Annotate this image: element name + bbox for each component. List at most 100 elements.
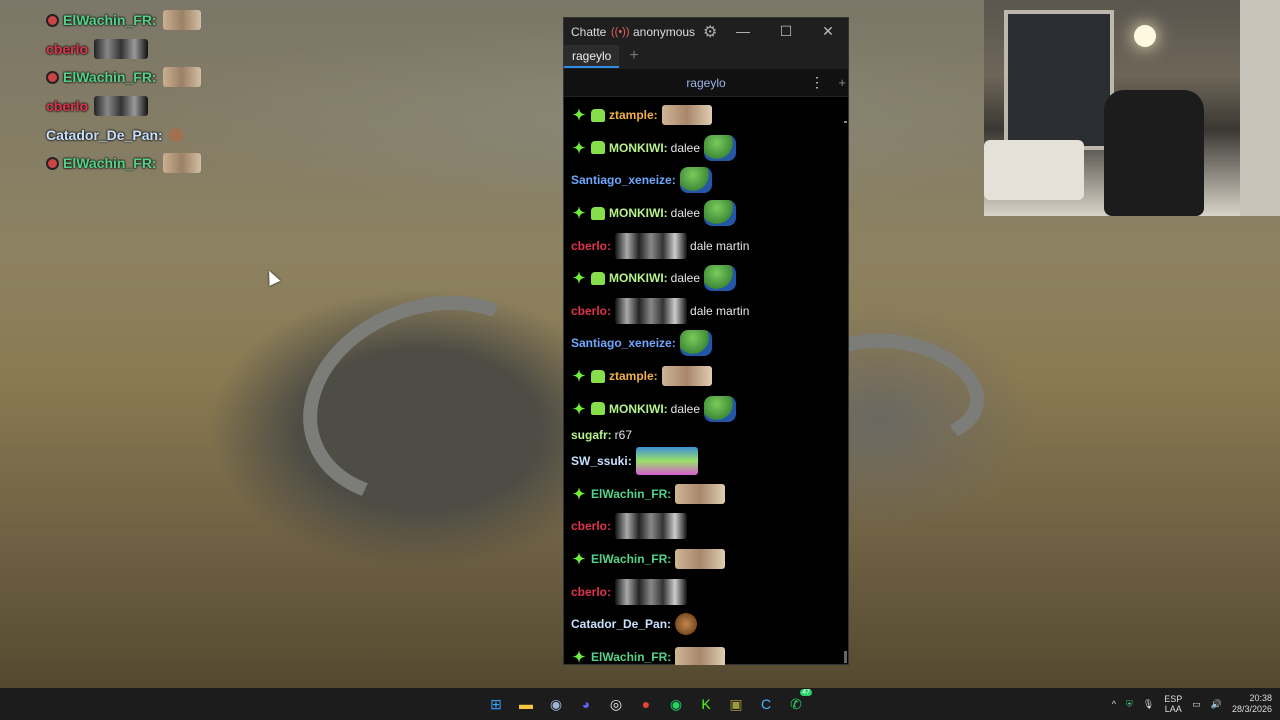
live-indicator-icon[interactable]: ((•)) (611, 26, 630, 38)
chat-username[interactable]: Santiago_xeneize: (571, 336, 676, 350)
minimize-button[interactable]: — (728, 18, 758, 45)
clock[interactable]: 20:38 28/3/2026 (1232, 693, 1272, 715)
whatsapp-icon[interactable]: ✆ 47 (784, 689, 812, 716)
language-indicator[interactable]: ESP LAA (1164, 694, 1182, 714)
chat-message[interactable]: ✦ ztample: (564, 360, 848, 393)
sub-badge-icon[interactable]: ✦ (571, 367, 587, 385)
emote-image[interactable] (675, 613, 698, 636)
chat-message[interactable]: ✦ ElWachin_FR: (564, 543, 848, 576)
chat-message[interactable]: Santiago_xeneize: (564, 164, 848, 197)
emote-image[interactable] (661, 105, 712, 126)
split-header[interactable]: rageylo ⋮ + (564, 69, 848, 97)
steam-icon[interactable]: ◉ (544, 692, 568, 716)
emote-image[interactable] (615, 578, 688, 605)
sub-badge-icon[interactable]: ✦ (571, 204, 587, 222)
chat-username[interactable]: cberlo: (571, 239, 611, 253)
emote-image[interactable] (704, 395, 737, 422)
tray-chevron-icon[interactable]: ^ (1112, 699, 1116, 709)
chat-username[interactable]: ElWachin_FR: (591, 650, 671, 664)
chat-username[interactable]: cberlo: (571, 519, 611, 533)
robot-badge-icon[interactable] (591, 402, 605, 416)
chat-username[interactable]: ElWachin_FR: (591, 487, 671, 501)
chat-username[interactable]: SW_ssuki: (571, 454, 632, 468)
account-name[interactable]: anonymous (633, 25, 695, 39)
emote-image[interactable] (679, 167, 712, 194)
robot-badge-icon[interactable] (591, 369, 605, 383)
chat-username[interactable]: ztample: (609, 369, 658, 383)
chat-username[interactable]: Santiago_xeneize: (571, 173, 676, 187)
chat-message[interactable]: cberlo: dale martin (564, 295, 848, 328)
chat-username[interactable]: Catador_De_Pan: (571, 617, 671, 631)
emote-image[interactable] (704, 134, 737, 161)
scrollbar[interactable] (844, 99, 847, 665)
settings-gear-icon[interactable]: ⚙ (703, 22, 717, 42)
chat-message[interactable]: Catador_De_Pan: (564, 608, 848, 641)
title-bar[interactable]: Chatterino ((•)) anonymous ⚙ — ☐ ✕ (564, 18, 848, 45)
channel-name[interactable]: rageylo (686, 76, 725, 90)
chat-message[interactable]: ✦ ElWachin_FR: (564, 478, 848, 511)
chat-message[interactable]: ✦ MONKIWI: dalee (564, 262, 848, 295)
maximize-button[interactable]: ☐ (771, 18, 801, 45)
chat-message[interactable]: SW_ssuki: (564, 445, 848, 478)
chat-username[interactable]: cberlo: (571, 304, 611, 318)
robot-badge-icon[interactable] (591, 271, 605, 285)
emote-image[interactable] (704, 265, 737, 292)
discord-icon[interactable]: ◕ (574, 692, 598, 716)
sub-badge-icon[interactable]: ✦ (571, 400, 587, 418)
chat-message[interactable]: ✦ ztample: (564, 99, 848, 132)
robot-badge-icon[interactable] (591, 206, 605, 220)
chat-username[interactable]: cberlo: (571, 585, 611, 599)
sub-badge-icon[interactable]: ✦ (571, 550, 587, 568)
chat-message[interactable]: cberlo: (564, 510, 848, 543)
chat-username[interactable]: MONKIWI: (609, 141, 668, 155)
chat-username[interactable]: MONKIWI: (609, 271, 668, 285)
emote-image[interactable] (615, 513, 688, 540)
chat-message[interactable]: ✦ ElWachin_FR: (564, 641, 848, 665)
chat-username[interactable]: ztample: (609, 108, 658, 122)
file-explorer-icon[interactable]: ▬ (514, 692, 538, 716)
emote-image[interactable] (679, 330, 712, 357)
emote-image[interactable] (675, 483, 726, 504)
chat-message[interactable]: ✦ MONKIWI: dalee (564, 132, 848, 165)
sub-badge-icon[interactable]: ✦ (571, 269, 587, 287)
chat-message[interactable]: cberlo: (564, 575, 848, 608)
chat-username[interactable]: MONKIWI: (609, 402, 668, 416)
emote-image[interactable] (675, 646, 726, 665)
chat-message[interactable]: ✦ MONKIWI: dalee (564, 392, 848, 425)
emote-image[interactable] (661, 366, 712, 387)
chatterino-window[interactable]: Chatterino ((•)) anonymous ⚙ — ☐ ✕ ragey… (563, 17, 849, 665)
sub-badge-icon[interactable]: ✦ (571, 106, 587, 124)
chat-username[interactable]: sugafr: (571, 428, 612, 442)
add-split-button[interactable]: + (838, 75, 846, 90)
volume-icon[interactable]: 🔊 (1211, 699, 1222, 710)
chat-message[interactable]: cberlo: dale martin (564, 229, 848, 262)
microphone-icon[interactable]: 🎙 (1143, 699, 1154, 710)
kick-icon[interactable]: K (694, 692, 718, 716)
close-button[interactable]: ✕ (813, 18, 843, 45)
sub-badge-icon[interactable]: ✦ (571, 485, 587, 503)
split-menu-icon[interactable]: ⋮ (810, 74, 824, 91)
chat-message[interactable]: ✦ MONKIWI: dalee (564, 197, 848, 230)
windows-start-icon[interactable]: ⊞ (484, 692, 508, 716)
emote-image[interactable] (704, 200, 737, 227)
emote-image[interactable] (615, 232, 688, 259)
chat-username[interactable]: ElWachin_FR: (591, 552, 671, 566)
emote-image[interactable] (675, 549, 726, 570)
add-tab-button[interactable]: + (629, 47, 638, 65)
robot-badge-icon[interactable] (591, 141, 605, 155)
obs-icon[interactable]: ◎ (604, 692, 628, 716)
emote-image[interactable] (635, 447, 698, 476)
chrome-icon[interactable]: ● (634, 692, 658, 716)
game-icon[interactable]: ▣ (724, 692, 748, 716)
robot-badge-icon[interactable] (591, 108, 605, 122)
chat-username[interactable]: MONKIWI: (609, 206, 668, 220)
emote-image[interactable] (615, 297, 688, 324)
sub-badge-icon[interactable]: ✦ (571, 139, 587, 157)
spotify-icon[interactable]: ◉ (664, 692, 688, 716)
sub-badge-icon[interactable]: ✦ (571, 648, 587, 665)
tab-rageylo[interactable]: rageylo (564, 44, 620, 68)
chat-message[interactable]: Santiago_xeneize: (564, 327, 848, 360)
message-list[interactable]: ✦ ztample: ✦ MONKIWI: dalee Santiago_xeneize:… (564, 99, 848, 665)
network-icon[interactable]: ▭ (1192, 699, 1201, 710)
chat-message[interactable]: sugafr: r67 (564, 425, 848, 445)
